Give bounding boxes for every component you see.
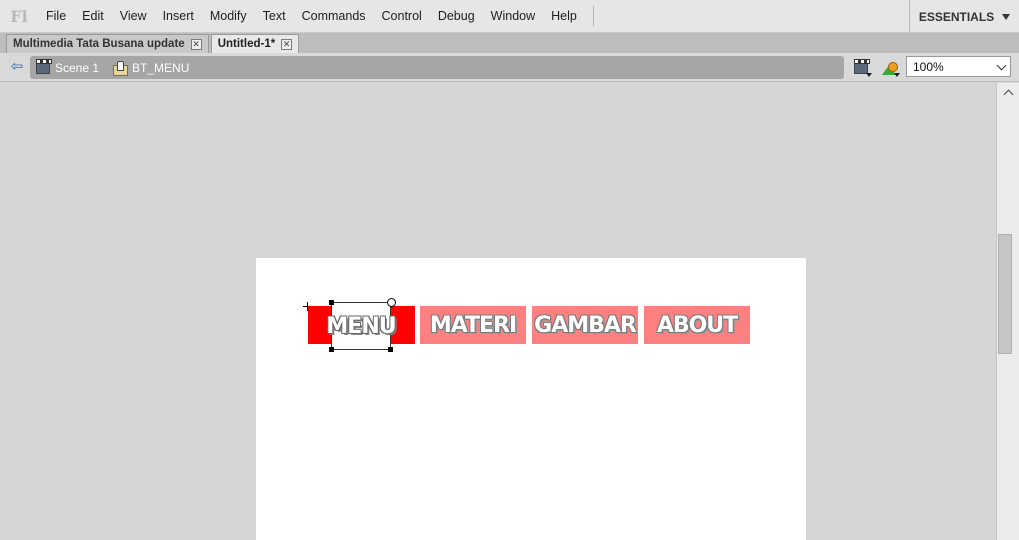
scroll-up-button[interactable] <box>997 83 1019 101</box>
close-icon[interactable]: ✕ <box>190 38 202 50</box>
document-tab-bar: Multimedia Tata Busana update ✕ Untitled… <box>0 33 1019 53</box>
chevron-down-icon <box>866 73 872 77</box>
close-icon[interactable]: ✕ <box>281 38 293 50</box>
transform-point-icon[interactable] <box>387 298 396 307</box>
breadcrumb: Scene 1 BT_MENU <box>30 56 844 79</box>
stage[interactable]: MENU MATERI GAMBAR ABOUT <box>256 258 806 540</box>
menu-debug[interactable]: Debug <box>430 0 483 33</box>
gambar-button-label: GAMBAR <box>534 312 637 338</box>
edit-scene-button[interactable] <box>850 59 872 77</box>
zoom-select[interactable]: 100% <box>906 56 1011 77</box>
menu-button-label: MENU <box>326 313 396 339</box>
chevron-down-icon <box>894 73 900 77</box>
menu-file[interactable]: File <box>38 0 74 33</box>
menu-modify[interactable]: Modify <box>202 0 255 33</box>
tab-multimedia-tata-busana[interactable]: Multimedia Tata Busana update ✕ <box>6 34 209 53</box>
materi-button-label: MATERI <box>429 312 517 338</box>
breadcrumb-bt-menu[interactable]: BT_MENU <box>113 60 190 76</box>
menu-separator <box>592 6 594 26</box>
menu-bar: Fl File Edit View Insert Modify Text Com… <box>0 0 1019 33</box>
transform-handle[interactable] <box>388 347 393 352</box>
pasteboard[interactable]: MENU MATERI GAMBAR ABOUT <box>0 83 996 540</box>
menu-help[interactable]: Help <box>543 0 585 33</box>
menu-commands[interactable]: Commands <box>294 0 374 33</box>
chevron-down-icon <box>1002 13 1011 20</box>
breadcrumb-label: Scene 1 <box>55 60 100 75</box>
tab-label: Multimedia Tata Busana update <box>13 38 185 50</box>
tab-label: Untitled-1* <box>217 38 276 50</box>
workspace-switcher[interactable]: ESSENTIALS <box>909 0 1019 33</box>
scene-icon <box>36 58 52 74</box>
vertical-scrollbar[interactable] <box>996 83 1019 540</box>
menu-button-selected[interactable]: MENU <box>326 302 397 350</box>
menu-view[interactable]: View <box>112 0 155 33</box>
transform-handle[interactable] <box>329 300 334 305</box>
menu-insert[interactable]: Insert <box>155 0 202 33</box>
edit-symbols-button[interactable] <box>878 59 900 77</box>
menu-edit[interactable]: Edit <box>74 0 112 33</box>
breadcrumb-label: BT_MENU <box>132 60 190 75</box>
about-button-label: ABOUT <box>656 312 738 338</box>
transform-handle[interactable] <box>329 347 334 352</box>
chevron-up-icon <box>1003 89 1013 99</box>
edit-bar: ⇦ Scene 1 BT_MENU 100% <box>0 53 1019 82</box>
workspace-label: ESSENTIALS <box>918 9 995 24</box>
button-symbol-icon <box>113 61 129 76</box>
zoom-value: 100% <box>913 59 944 74</box>
back-arrow-icon[interactable]: ⇦ <box>8 59 26 75</box>
about-button[interactable]: ABOUT <box>644 306 750 344</box>
materi-button[interactable]: MATERI <box>420 306 526 344</box>
scrollbar-thumb[interactable] <box>998 234 1012 354</box>
menu-window[interactable]: Window <box>483 0 543 33</box>
menu-control[interactable]: Control <box>374 0 430 33</box>
menu-text[interactable]: Text <box>255 0 294 33</box>
flash-logo-icon: Fl <box>10 6 28 26</box>
chevron-down-icon <box>996 60 1007 71</box>
gambar-button[interactable]: GAMBAR <box>532 306 638 344</box>
breadcrumb-scene-1[interactable]: Scene 1 <box>36 58 100 75</box>
tab-untitled-1[interactable]: Untitled-1* ✕ <box>210 34 300 53</box>
